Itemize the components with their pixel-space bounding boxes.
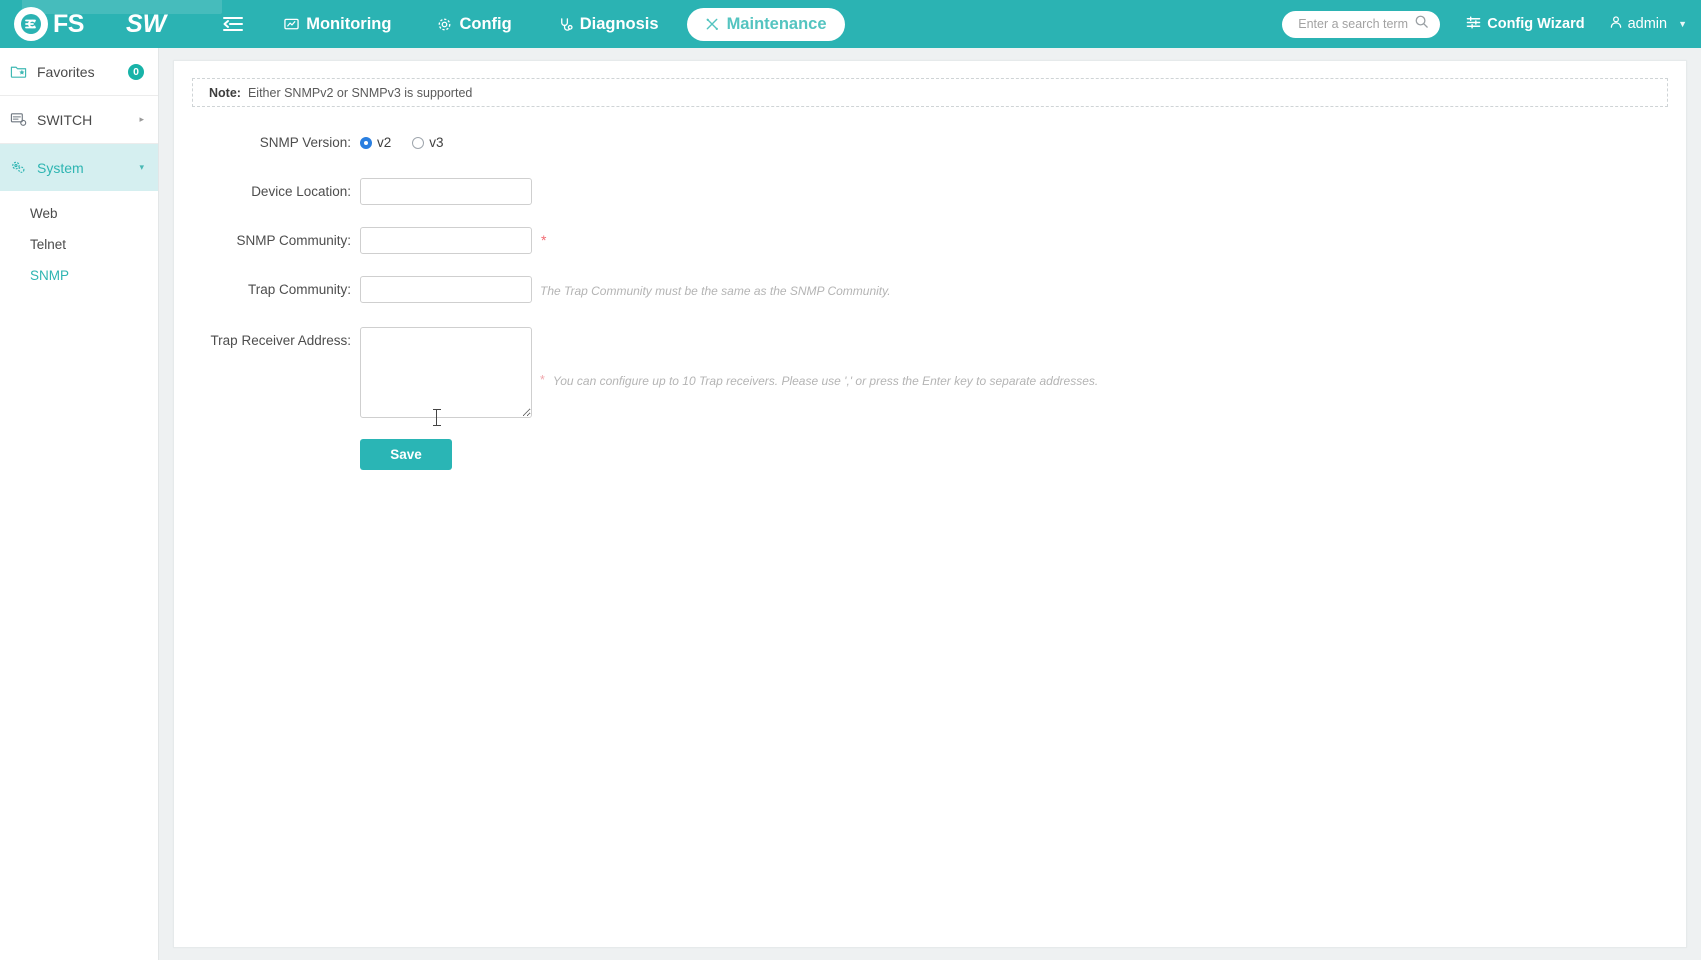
save-button[interactable]: Save [360, 439, 452, 470]
radio-v2-indicator[interactable] [360, 137, 372, 149]
tab-monitoring-label: Monitoring [306, 15, 391, 34]
tab-diagnosis[interactable]: Diagnosis [540, 8, 677, 41]
brand-fs-text: FS [53, 12, 84, 37]
device-location-input[interactable] [360, 178, 532, 205]
sidebar-item-favorites[interactable]: Favorites 0 [0, 48, 158, 95]
tab-config[interactable]: Config [419, 8, 529, 41]
search-box[interactable] [1282, 11, 1440, 38]
trap-community-input[interactable] [360, 276, 532, 303]
note-label: Note: [209, 86, 241, 100]
trap-community-label: Trap Community: [192, 276, 360, 304]
chevron-down-icon: ▼ [1678, 19, 1687, 29]
stethoscope-icon [558, 17, 573, 32]
chevron-right-icon: ▸ [139, 114, 144, 125]
user-icon [1609, 15, 1623, 33]
form-row-trap-community: Trap Community: The Trap Community must … [192, 276, 1668, 306]
primary-nav-tabs: Monitoring Config Diagnosis [266, 8, 854, 41]
search-icon[interactable] [1414, 14, 1429, 34]
sidebar: Favorites 0 SWITCH ▸ System ▾ Web T [0, 48, 159, 960]
sidebar-subitem-telnet[interactable]: Telnet [0, 229, 158, 260]
config-wizard-label: Config Wizard [1487, 16, 1584, 32]
form-row-snmp-version: SNMP Version: v2 v3 [192, 129, 1668, 157]
main-content-area: Note: Either SNMPv2 or SNMPv3 is support… [159, 48, 1701, 960]
favorites-folder-icon [10, 63, 34, 80]
tab-config-label: Config [459, 15, 511, 34]
sidebar-subitem-snmp-label: SNMP [30, 268, 69, 283]
snmp-form: SNMP Version: v2 v3 [192, 129, 1668, 470]
sidebar-subitem-telnet-label: Telnet [30, 237, 66, 252]
fs-logo-icon [14, 7, 48, 41]
search-input[interactable] [1296, 16, 1414, 32]
gear-icon [437, 17, 452, 32]
trap-receiver-address-label: Trap Receiver Address: [192, 327, 360, 355]
radio-v3-indicator[interactable] [412, 137, 424, 149]
snmp-settings-panel: Note: Either SNMPv2 or SNMPv3 is support… [173, 60, 1687, 948]
brand-sw-text: SW [126, 10, 166, 39]
top-navigation-bar: FS SW Monitoring Confi [0, 0, 1701, 48]
tools-icon [705, 17, 720, 32]
tab-maintenance[interactable]: Maintenance [687, 8, 845, 41]
snmp-version-label: SNMP Version: [192, 129, 360, 157]
trap-receiver-required-mark: * [540, 373, 545, 387]
radio-option-v2[interactable]: v2 [360, 135, 391, 150]
form-row-device-location: Device Location: [192, 178, 1668, 206]
user-menu-label: admin [1628, 16, 1668, 32]
note-banner: Note: Either SNMPv2 or SNMPv3 is support… [192, 78, 1668, 107]
device-location-label: Device Location: [192, 178, 360, 206]
sidebar-system-label: System [37, 160, 139, 176]
form-row-trap-receiver-address: Trap Receiver Address: * You can configu… [192, 327, 1668, 418]
monitor-icon [284, 17, 299, 32]
trap-receiver-address-hint: You can configure up to 10 Trap receiver… [553, 375, 1098, 387]
sidebar-subitem-snmp[interactable]: SNMP [0, 260, 158, 291]
chevron-down-icon: ▾ [139, 162, 144, 173]
switch-device-icon [10, 111, 34, 128]
sidebar-switch-label: SWITCH [37, 112, 139, 128]
sidebar-item-switch[interactable]: SWITCH ▸ [0, 96, 158, 143]
sliders-icon [1466, 15, 1481, 34]
tab-maintenance-label: Maintenance [727, 15, 827, 34]
sidebar-subitem-web-label: Web [30, 206, 58, 221]
radio-v2-label: v2 [377, 135, 391, 150]
brand-logo[interactable]: FS SW [14, 7, 166, 41]
config-wizard-button[interactable]: Config Wizard [1466, 15, 1584, 34]
topbar-right-cluster: Config Wizard admin ▼ [1282, 11, 1687, 38]
sidebar-subitem-web[interactable]: Web [0, 198, 158, 229]
snmp-version-radio-group: v2 v3 [360, 129, 444, 156]
trap-receiver-address-textarea[interactable] [360, 327, 532, 418]
system-gears-icon [10, 159, 34, 176]
user-menu[interactable]: admin ▼ [1609, 15, 1687, 33]
tab-monitoring[interactable]: Monitoring [266, 8, 409, 41]
trap-community-hint: The Trap Community must be the same as t… [540, 276, 891, 306]
form-row-save: Save [192, 439, 1668, 470]
sidebar-collapse-icon[interactable] [220, 11, 246, 37]
radio-v3-label: v3 [429, 135, 443, 150]
form-row-snmp-community: SNMP Community: * [192, 227, 1668, 255]
snmp-community-label: SNMP Community: [192, 227, 360, 255]
note-text: Either SNMPv2 or SNMPv3 is supported [248, 86, 472, 100]
radio-option-v3[interactable]: v3 [412, 135, 443, 150]
tab-diagnosis-label: Diagnosis [580, 15, 659, 34]
snmp-community-required-mark: * [541, 227, 546, 253]
favorites-count-badge: 0 [128, 64, 144, 80]
snmp-community-input[interactable] [360, 227, 532, 254]
sidebar-item-system[interactable]: System ▾ [0, 144, 158, 191]
sidebar-favorites-label: Favorites [37, 64, 128, 80]
